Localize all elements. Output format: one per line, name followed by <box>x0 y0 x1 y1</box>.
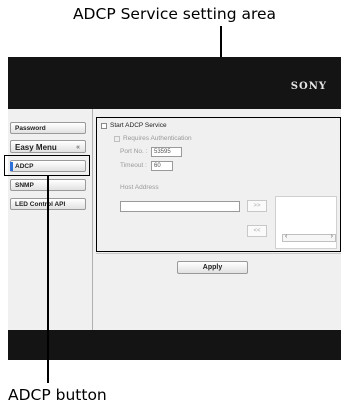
footer-bar <box>8 330 341 360</box>
caption-adcp-button: ADCP button <box>8 386 107 404</box>
adcp-button-highlight <box>4 155 90 176</box>
nav-password-label: Password <box>15 125 46 132</box>
header-bar: SONY <box>8 57 341 109</box>
chevron-up-icon: « <box>76 144 80 151</box>
nav-divider <box>92 109 93 330</box>
nav-easy-menu-label: Easy Menu <box>15 143 57 152</box>
leader-line-bottom <box>47 176 49 383</box>
caption-adcp-service-setting-area: ADCP Service setting area <box>72 5 277 23</box>
nav-easy-menu-button[interactable]: Easy Menu « <box>10 140 86 153</box>
apply-button[interactable]: Apply <box>177 261 248 274</box>
content-divider <box>96 253 341 254</box>
nav-snmp-label: SNMP <box>15 182 34 189</box>
nav-password-button[interactable]: Password <box>10 122 86 134</box>
nav-led-control-api-label: LED Control API <box>15 201 66 208</box>
sony-logo: SONY <box>290 81 327 92</box>
adcp-settings-highlight <box>96 117 341 252</box>
